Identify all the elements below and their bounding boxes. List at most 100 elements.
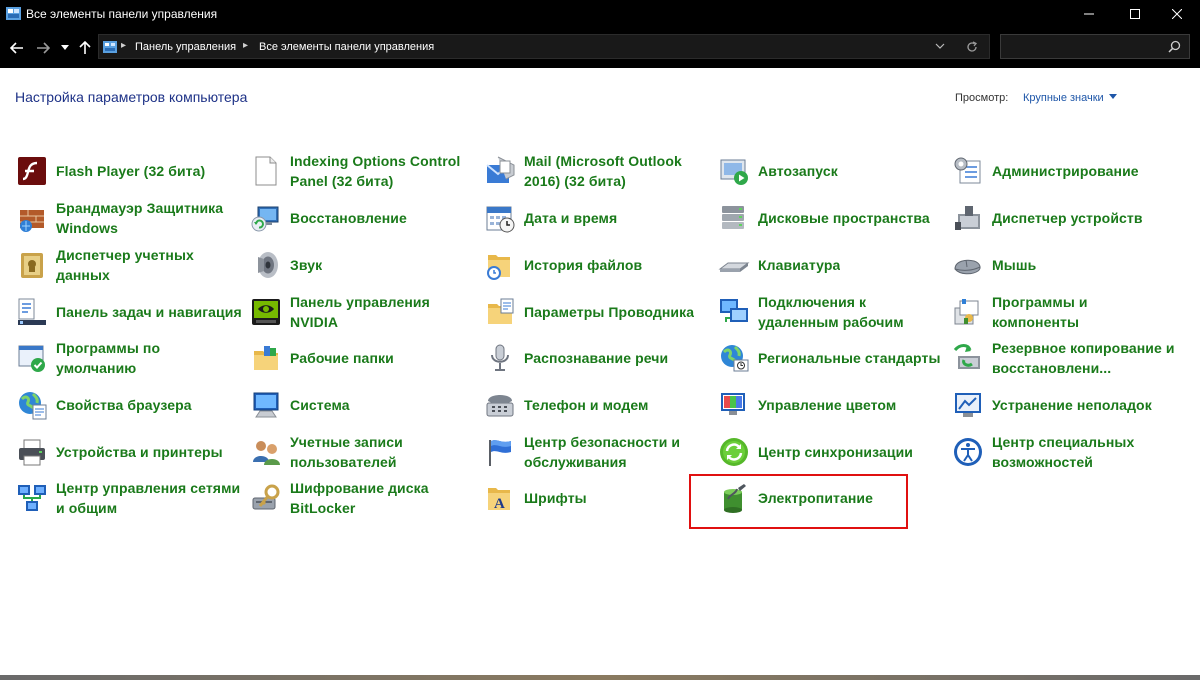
control-panel-item-speaker[interactable]: Звук [250, 243, 478, 287]
control-panel-item-device-manager[interactable]: Диспетчер устройств [952, 196, 1180, 240]
control-panel-item-backup[interactable]: Резервное копирование и восстановлени... [952, 336, 1180, 380]
control-panel-item-microphone[interactable]: Распознавание речи [484, 336, 712, 380]
speaker-icon [258, 252, 278, 278]
item-label: Региональные стандарты [758, 350, 941, 366]
control-panel-item-default-programs[interactable]: Программы по умолчанию [16, 336, 244, 380]
item-label: Администрирование [992, 163, 1139, 179]
taskbar-edge [0, 675, 1200, 680]
control-panel-item-taskbar[interactable]: Панель задач и навигация [16, 290, 244, 334]
forward-button[interactable] [34, 38, 52, 58]
control-panel-item-flash[interactable]: Flash Player (32 бита) [16, 149, 244, 193]
control-panel-item-file-history[interactable]: История файлов [484, 243, 712, 287]
control-panel-item-users[interactable]: Учетные записи пользователей [250, 430, 478, 474]
chevron-down-icon[interactable] [935, 43, 945, 51]
fonts-icon: A [488, 488, 510, 512]
control-panel-item-document[interactable]: Indexing Options Control Panel (32 бита) [250, 149, 478, 193]
item-label: Дата и время [524, 210, 618, 226]
item-label: Клавиатура [758, 257, 841, 273]
troubleshoot-icon [955, 393, 981, 417]
control-panel-item-work-folders[interactable]: Рабочие папки [250, 336, 478, 380]
recovery-icon [251, 206, 279, 232]
control-panel-item-bitlocker[interactable]: Шифрование диска BitLocker [250, 476, 478, 520]
keyboard-icon [718, 262, 750, 272]
close-button[interactable] [1154, 0, 1200, 28]
control-panel-item-mouse[interactable]: Мышь [952, 243, 1180, 287]
control-panel-item-datetime[interactable]: Дата и время [484, 196, 712, 240]
control-panel-item-network[interactable]: Центр управления сетями и общим [16, 476, 244, 520]
item-label: Центр специальных возможностей [992, 434, 1135, 470]
recent-locations-button[interactable] [60, 38, 70, 58]
control-panel-item-system[interactable]: Система [250, 383, 478, 427]
breadcrumb-all-items[interactable]: Все элементы панели управления [259, 41, 434, 53]
item-label: Рабочие папки [290, 350, 394, 366]
item-label: Параметры Проводника [524, 304, 695, 320]
breadcrumb-separator-icon: ▸ [121, 40, 127, 51]
item-label: Центр управления сетями и общим [56, 480, 241, 516]
maximize-button[interactable] [1112, 0, 1158, 28]
credential-icon [21, 253, 43, 278]
arrow-left-icon [10, 42, 23, 54]
color-management-icon [721, 393, 745, 415]
explorer-options-icon [488, 298, 514, 324]
control-panel-item-keyboard[interactable]: Клавиатура [718, 243, 946, 287]
chevron-down-icon [1108, 94, 1117, 99]
item-label: Устройства и принтеры [56, 444, 223, 460]
control-panel-item-phone[interactable]: Телефон и модем [484, 383, 712, 427]
item-label: Программы по умолчанию [56, 340, 161, 376]
view-mode-dropdown[interactable]: Крупные значки [1023, 92, 1117, 104]
mail-icon [486, 156, 515, 183]
item-label: Flash Player (32 бита) [56, 163, 206, 179]
control-panel-item-nvidia[interactable]: Панель управления NVIDIA [250, 290, 478, 334]
system-icon [253, 392, 279, 418]
control-panel-item-storage[interactable]: Дисковые пространства [718, 196, 946, 240]
address-bar[interactable]: ▸ Панель управления ▸ Все элементы панел… [98, 34, 990, 59]
control-panel-item-admin-tools[interactable]: Администрирование [952, 149, 1180, 193]
control-panel-item-internet-options[interactable]: Свойства браузера [16, 383, 244, 427]
control-panel-item-color-management[interactable]: Управление цветом [718, 383, 946, 427]
item-label: Учетные записи пользователей [290, 434, 403, 470]
item-label: Мышь [992, 257, 1037, 273]
control-panel-item-troubleshoot[interactable]: Устранение неполадок [952, 383, 1180, 427]
control-panel-item-remote-desktop[interactable]: Подключения к удаленным рабочим [718, 290, 946, 334]
item-label: Управление цветом [758, 397, 897, 413]
admin-tools-icon [954, 157, 981, 184]
device-manager-icon [955, 206, 980, 230]
item-label: Панель задач и навигация [56, 304, 242, 320]
control-panel-item-programs[interactable]: Программы и компоненты [952, 290, 1180, 334]
control-panel-item-explorer-options[interactable]: Параметры Проводника [484, 290, 712, 334]
accessibility-icon [954, 438, 982, 466]
flash-icon [18, 157, 46, 185]
internet-options-icon [19, 392, 47, 420]
control-panel-item-recovery[interactable]: Восстановление [250, 196, 478, 240]
default-programs-icon [18, 345, 45, 372]
control-panel-item-firewall[interactable]: Брандмауэр Защитника Windows [16, 196, 244, 240]
minimize-button[interactable] [1066, 0, 1112, 28]
item-label: Устранение неполадок [992, 397, 1152, 413]
refresh-icon[interactable] [965, 40, 979, 54]
remote-desktop-icon [720, 299, 748, 322]
control-panel-item-security-flag[interactable]: Центр безопасности и обслуживания [484, 430, 712, 474]
control-panel-item-accessibility[interactable]: Центр специальных возможностей [952, 430, 1180, 474]
item-label: Центр безопасности и обслуживания [524, 434, 681, 470]
control-panel-item-credential[interactable]: Диспетчер учетных данных [16, 243, 244, 287]
breadcrumb-control-panel[interactable]: Панель управления [135, 41, 236, 53]
search-input[interactable] [1000, 34, 1190, 59]
item-label: Шифрование диска BitLocker [290, 480, 429, 516]
control-panel-item-sync[interactable]: Центр синхронизации [718, 430, 946, 474]
item-label: Центр синхронизации [758, 444, 914, 460]
control-panel-item-fonts[interactable]: A Шрифты [484, 476, 712, 520]
control-panel-item-mail[interactable]: Mail (Microsoft Outlook 2016) (32 бита) [484, 149, 712, 193]
breadcrumb-separator-icon: ▸ [243, 40, 249, 51]
up-button[interactable] [76, 38, 94, 58]
control-panel-item-region[interactable]: Региональные стандарты [718, 336, 946, 380]
control-panel-item-printer[interactable]: Устройства и принтеры [16, 430, 244, 474]
network-icon [18, 485, 46, 511]
region-icon [721, 345, 749, 372]
security-flag-icon [489, 440, 511, 466]
page-title: Настройка параметров компьютера [15, 89, 248, 105]
back-button[interactable] [8, 38, 26, 58]
item-label: Восстановление [290, 210, 407, 226]
backup-icon [953, 344, 980, 369]
item-label: Программы и компоненты [992, 294, 1088, 330]
control-panel-item-autoplay[interactable]: Автозапуск [718, 149, 946, 193]
